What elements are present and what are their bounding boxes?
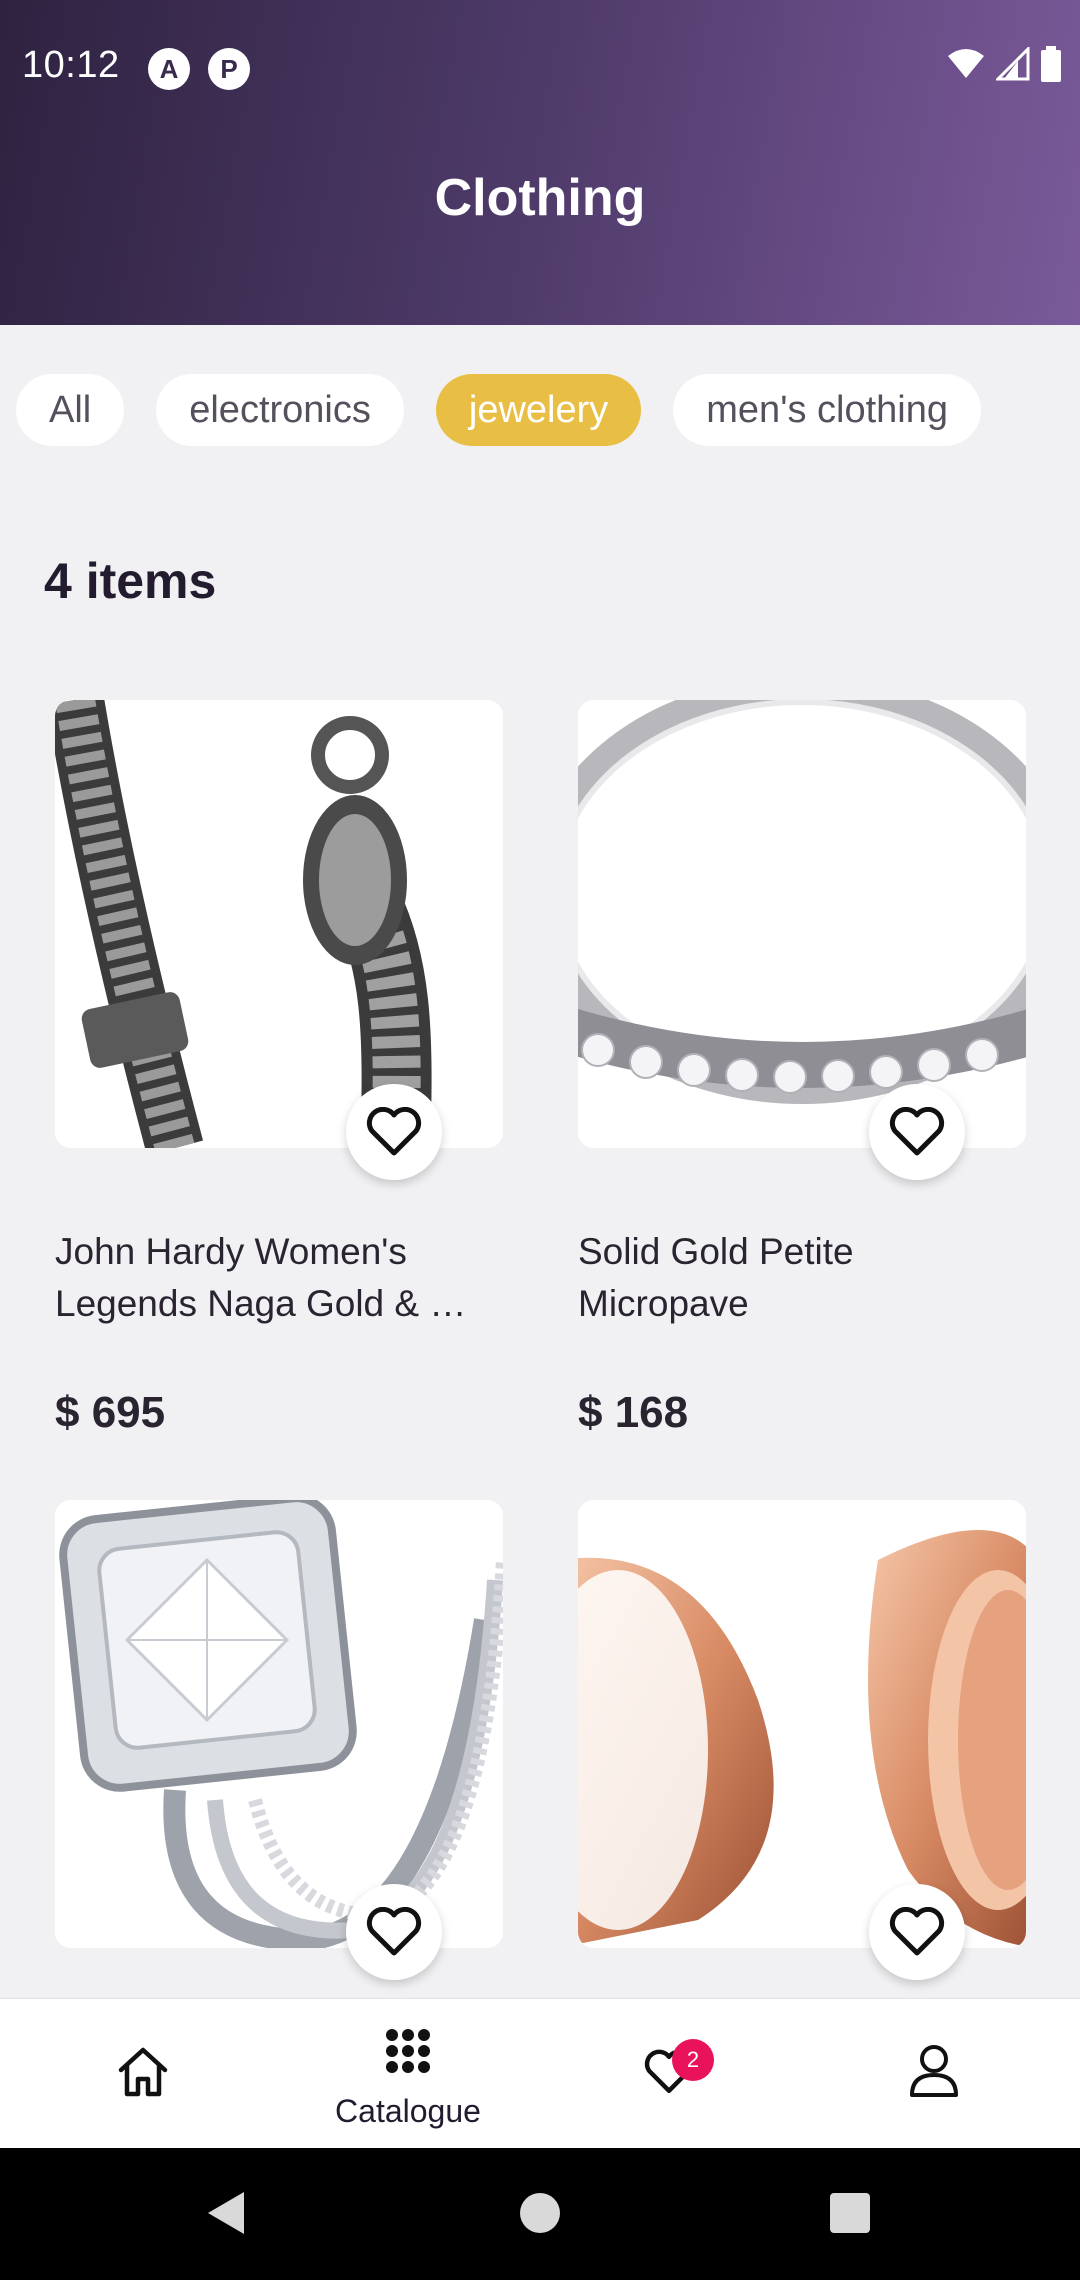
favorite-button[interactable] <box>346 1084 442 1180</box>
nav-favorites[interactable]: 2 <box>572 1999 772 2149</box>
heart-icon <box>889 1907 945 1956</box>
product-title: Solid Gold Petite Micropave <box>578 1231 854 1324</box>
heart-icon <box>366 1107 422 1156</box>
bottom-navigation: Catalogue 2 <box>0 1998 1080 2148</box>
favorite-button[interactable] <box>869 1084 965 1180</box>
chip-jewelery[interactable]: jewelery <box>435 374 642 446</box>
product-price: $ 695 <box>55 1388 166 1437</box>
chip-electronics[interactable]: electronics <box>156 374 404 446</box>
grid-icon <box>386 2029 430 2073</box>
recents-icon[interactable] <box>829 2192 871 2234</box>
product-price: $ 168 <box>578 1388 689 1437</box>
back-icon[interactable] <box>204 2190 246 2236</box>
profile-icon <box>910 2045 958 2097</box>
favorites-count-badge: 2 <box>672 2039 714 2081</box>
product-image-diamond-band-ring[interactable] <box>578 700 1026 1148</box>
page-title: Clothing <box>434 169 646 227</box>
status-bar: 10:12 A P <box>0 0 1080 140</box>
chip-all[interactable]: All <box>16 374 125 446</box>
app-header: 10:12 A P Clothing <box>0 0 1080 325</box>
system-navigation-bar <box>0 2148 1080 2280</box>
wifi-icon <box>948 49 984 78</box>
home-button-icon[interactable] <box>519 2192 561 2234</box>
nav-profile[interactable] <box>836 1999 1036 2149</box>
nav-catalogue[interactable]: Catalogue <box>308 1999 508 2149</box>
heart-icon <box>889 1107 945 1156</box>
home-icon <box>118 2047 168 2097</box>
status-time: 10:12 <box>22 44 120 86</box>
category-filter-bar: All electronics jewelery men's clothing <box>16 374 981 446</box>
notification-app-icon: A <box>148 48 190 90</box>
product-title: John Hardy Women's Legends Naga Gold & … <box>55 1231 467 1324</box>
cell-signal-icon <box>996 47 1030 81</box>
nav-catalogue-label: Catalogue <box>335 2093 481 2129</box>
product-image-halo-engagement-ring-set[interactable] <box>55 1500 503 1948</box>
product-image-rose-gold-tunnel-plugs[interactable] <box>578 1500 1026 1948</box>
nav-home[interactable] <box>44 1999 244 2149</box>
items-count: 4 items <box>44 553 217 609</box>
favorite-button[interactable] <box>869 1884 965 1980</box>
status-indicators <box>946 46 1062 82</box>
chip-mens-clothing[interactable]: men's clothing <box>673 374 981 446</box>
heart-icon <box>366 1907 422 1956</box>
favorite-button[interactable] <box>346 1884 442 1980</box>
notification-app-icon: P <box>208 48 250 90</box>
battery-icon <box>1041 46 1061 82</box>
product-image-silver-chain-bracelet[interactable] <box>55 700 503 1148</box>
